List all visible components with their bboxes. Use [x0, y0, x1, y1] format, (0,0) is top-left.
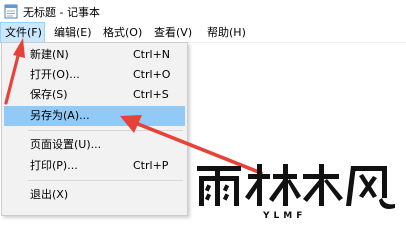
menu-separator — [28, 130, 183, 131]
menu-item-save-as[interactable]: 另存为(A)... — [4, 106, 185, 126]
menu-view[interactable]: 查看(V) — [150, 22, 196, 43]
menu-item-save[interactable]: 保存(S) Ctrl+S — [4, 85, 185, 105]
watermark-subtext: YLMF — [262, 211, 306, 220]
menu-item-shortcut: Ctrl+O — [133, 68, 171, 81]
menu-item-label: 保存(S) — [30, 88, 68, 101]
menu-item-label: 退出(X) — [30, 188, 69, 201]
notepad-icon — [4, 4, 18, 19]
ylmf-logo-watermark: YLMF — [197, 164, 395, 220]
menu-item-label: 打印(P)... — [30, 159, 78, 172]
menu-item-shortcut: Ctrl+N — [133, 48, 171, 61]
menu-item-open[interactable]: 打开(O)... Ctrl+O — [4, 65, 185, 85]
menu-item-shortcut: Ctrl+S — [133, 88, 169, 101]
menu-item-label: 另存为(A)... — [30, 109, 90, 122]
menu-separator — [28, 180, 183, 181]
menu-item-label: 新建(N) — [30, 48, 69, 61]
menu-item-label: 页面设置(U)... — [30, 138, 102, 151]
menu-edit[interactable]: 编辑(E) — [50, 22, 96, 43]
menu-item-new[interactable]: 新建(N) Ctrl+N — [4, 45, 185, 65]
menu-item-label: 打开(O)... — [30, 68, 80, 81]
window-title: 无标题 - 记事本 — [23, 6, 100, 19]
menu-item-shortcut: Ctrl+P — [133, 159, 169, 172]
menu-file[interactable]: 文件(F) — [0, 22, 45, 43]
menu-format[interactable]: 格式(O) — [99, 22, 146, 43]
menu-help[interactable]: 帮助(H) — [203, 22, 250, 43]
title-bar: 无标题 - 记事本 — [0, 0, 406, 22]
file-menu-dropdown: 新建(N) Ctrl+N 打开(O)... Ctrl+O 保存(S) Ctrl+… — [1, 42, 188, 216]
menu-item-exit[interactable]: 退出(X) — [4, 185, 185, 205]
menu-item-page-setup[interactable]: 页面设置(U)... — [4, 135, 185, 155]
menu-bar: 文件(F) 编辑(E) 格式(O) 查看(V) 帮助(H) — [0, 22, 406, 43]
menu-item-print[interactable]: 打印(P)... Ctrl+P — [4, 156, 185, 176]
